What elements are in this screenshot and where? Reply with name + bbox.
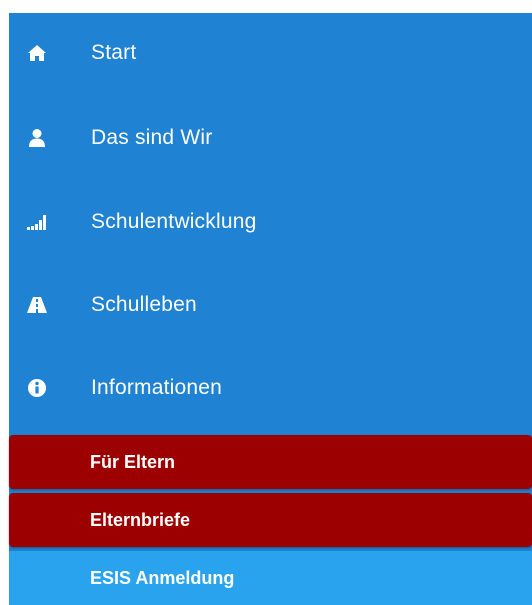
submenu-item-label: Für Eltern [90,451,176,472]
menu-item-das-sind-wir[interactable]: Das sind Wir [9,111,532,165]
side-navigation-menu: Start Das sind Wir Schulentwicklung Schu… [9,13,532,605]
info-circle-icon [27,378,47,398]
menu-item-start[interactable]: Start [9,26,532,80]
submenu-item-elternbriefe[interactable]: Elternbriefe [9,493,532,547]
menu-item-label: Start [91,41,137,64]
menu-item-label: Schulentwicklung [91,210,257,233]
user-icon [27,128,47,148]
menu-item-informationen[interactable]: Informationen [9,361,532,415]
menu-item-label: Informationen [91,376,223,399]
road-icon [27,295,47,315]
menu-item-label: Schulleben [91,293,197,316]
submenu-item-label: Elternbriefe [90,509,191,530]
submenu-item-esis-anmeldung[interactable]: ESIS Anmeldung [9,551,532,605]
submenu-item-fuer-eltern[interactable]: Für Eltern [9,435,532,489]
menu-item-label: Das sind Wir [91,126,213,149]
signal-bars-icon [27,212,47,232]
submenu-item-label: ESIS Anmeldung [90,567,235,588]
menu-item-schulleben[interactable]: Schulleben [9,278,532,332]
home-icon [27,43,47,63]
menu-item-schulentwicklung[interactable]: Schulentwicklung [9,195,532,249]
